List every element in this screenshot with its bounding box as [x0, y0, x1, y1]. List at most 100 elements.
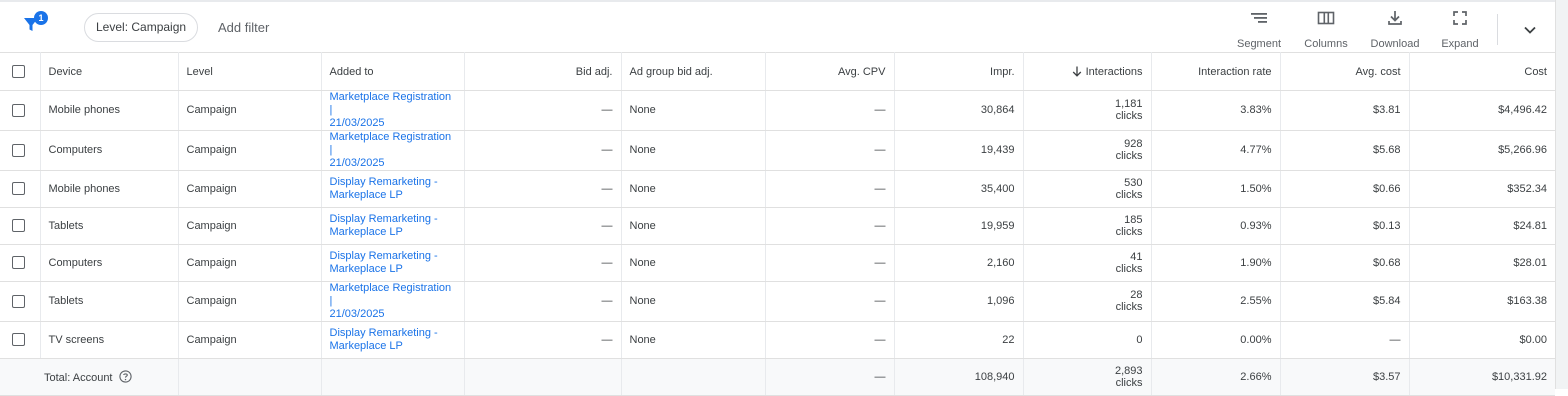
row-checkbox[interactable] [12, 143, 25, 157]
help-icon[interactable] [118, 369, 132, 383]
total-interactions-unit: clicks [1115, 376, 1143, 389]
added-to-link[interactable]: Marketplace Registration | 21/03/2025 [321, 130, 465, 171]
columns-button[interactable]: Columns [1302, 8, 1350, 50]
cost-cell: $0.00 [1409, 321, 1555, 359]
table-header-row: Device Level Added to Bid adj. Ad group … [0, 52, 1555, 91]
added-to-line-1: Display Remarketing - [329, 176, 438, 188]
row-select-cell [0, 130, 41, 171]
expand-button[interactable]: Expand [1438, 8, 1482, 50]
added-to-line-2: Markeplace LP [329, 263, 403, 275]
add-filter-button[interactable]: Add filter [218, 20, 269, 35]
header-avg-cost[interactable]: Avg. cost [1280, 52, 1410, 91]
ad-group-bid-adj-cell: None [621, 90, 766, 131]
table-row[interactable]: Computers Campaign Marketplace Registratio… [0, 130, 1555, 171]
level-cell: Campaign [178, 130, 322, 171]
toolbar-divider [1497, 14, 1498, 45]
added-to-line-1: Display Remarketing - [329, 250, 438, 262]
download-button[interactable]: Download [1367, 8, 1423, 50]
header-interactions[interactable]: Interactions [1023, 52, 1152, 91]
interactions-unit: clicks [1115, 262, 1143, 275]
device-cell: Mobile phones [40, 90, 179, 131]
interactions-value: 530 [1124, 176, 1143, 189]
header-avg-cpv[interactable]: Avg. CPV [765, 52, 895, 91]
row-select-cell [0, 281, 41, 322]
avg-cpv-cell: — [765, 207, 895, 245]
avg-cpv-cell: — [765, 130, 895, 171]
interactions-cell: 28 clicks [1023, 281, 1152, 322]
segment-button[interactable]: Segment [1234, 8, 1284, 50]
row-checkbox[interactable] [12, 333, 25, 347]
bid-adj-cell[interactable]: — [464, 207, 622, 245]
added-to-link[interactable]: Display Remarketing - Markeplace LP [321, 321, 465, 359]
added-to-link[interactable]: Display Remarketing - Markeplace LP [321, 170, 465, 208]
row-checkbox[interactable] [12, 256, 25, 270]
table-row[interactable]: Tablets Campaign Marketplace Registration … [0, 281, 1555, 322]
interactions-value: 928 [1124, 138, 1143, 150]
table-row[interactable]: Mobile phones Campaign Marketplace Registr… [0, 90, 1555, 131]
table-row[interactable]: TV screens Campaign Display Remarketing -M… [0, 321, 1555, 359]
data-table: Device Level Added to Bid adj. Ad group … [0, 52, 1555, 396]
total-label-cell: Total: Account [0, 358, 179, 396]
cost-cell: $163.38 [1409, 281, 1555, 322]
row-checkbox[interactable] [12, 103, 25, 117]
header-impr[interactable]: Impr. [894, 52, 1024, 91]
expand-icon [1453, 11, 1467, 25]
added-to-line-1: Display Remarketing - [329, 327, 438, 339]
header-added-to[interactable]: Added to [321, 52, 465, 91]
total-ad-group-bid-adj [621, 358, 766, 396]
filter-button[interactable]: 1 [20, 10, 48, 38]
avg-cpv-cell: — [765, 281, 895, 322]
interactions-cell: 185 clicks [1023, 207, 1152, 245]
added-to-link[interactable]: Display Remarketing - Markeplace LP [321, 244, 465, 282]
bid-adj-cell[interactable]: — [464, 170, 622, 208]
bid-adj-cell[interactable]: — [464, 281, 622, 322]
impr-cell: 1,096 [894, 281, 1024, 322]
avg-cpv-cell: — [765, 170, 895, 208]
added-to-line-2: 21/03/2025 [329, 308, 385, 320]
header-interaction-rate[interactable]: Interaction rate [1151, 52, 1281, 91]
scrollbar-track[interactable] [1555, 0, 1568, 389]
header-bid-adj[interactable]: Bid adj. [464, 52, 622, 91]
table-row[interactable]: Tablets Campaign Display Remarketing - Mark… [0, 207, 1555, 245]
interactions-cell: 41 clicks [1023, 244, 1152, 282]
header-cost[interactable]: Cost [1409, 52, 1555, 91]
bid-adj-cell[interactable]: — [464, 90, 622, 131]
row-checkbox[interactable] [12, 219, 25, 233]
interactions-value: 28 [1130, 289, 1143, 301]
avg-cost-cell: $5.68 [1280, 130, 1410, 171]
impr-cell: 35,400 [894, 170, 1024, 208]
avg-cost-cell: $5.84 [1280, 281, 1410, 322]
interactions-unit: clicks [1115, 150, 1143, 162]
cost-cell: $28.01 [1409, 244, 1555, 282]
bid-adj-cell[interactable]: — [464, 130, 622, 171]
header-device[interactable]: Device [40, 52, 179, 91]
interaction-rate-cell: 0.93% [1151, 207, 1281, 245]
bid-adj-cell[interactable]: — [464, 321, 622, 359]
header-level[interactable]: Level [178, 52, 322, 91]
ad-group-bid-adj-cell: None [621, 281, 766, 322]
interactions-cell: 928 clicks [1023, 130, 1152, 171]
interactions-value: 185 [1124, 213, 1143, 226]
level-filter-chip[interactable]: Level: Campaign [84, 13, 199, 42]
added-to-link[interactable]: Marketplace Registration | 21/03/2025 [321, 281, 465, 322]
added-to-line-2: 21/03/2025 [329, 157, 385, 169]
added-to-link[interactable]: Marketplace Registration | 21/03/2025 [321, 90, 465, 131]
added-to-line-2: 21/03/2025 [329, 117, 385, 129]
table-row[interactable]: Computers Campaign Display Remarketing - Ma… [0, 244, 1555, 282]
table-row[interactable]: Mobile phones Campaign Display Remarketing… [0, 170, 1555, 208]
select-all-checkbox[interactable] [12, 65, 25, 78]
row-checkbox[interactable] [12, 294, 25, 308]
added-to-line-2: Markeplace LP [329, 226, 403, 238]
columns-label: Columns [1304, 38, 1348, 50]
interactions-value: 0 [1136, 333, 1143, 346]
interactions-unit: clicks [1115, 188, 1143, 201]
level-cell: Campaign [178, 170, 322, 208]
segment-icon [1251, 13, 1267, 23]
total-row: Total: Account — 108,940 2,893 clicks 2.6… [0, 358, 1555, 396]
added-to-link[interactable]: Display Remarketing - Markeplace LP [321, 207, 465, 245]
more-options-button[interactable] [1520, 20, 1540, 40]
row-checkbox[interactable] [12, 182, 25, 196]
bid-adj-cell[interactable]: — [464, 244, 622, 282]
level-cell: Campaign [178, 321, 322, 359]
header-ad-group-bid-adj[interactable]: Ad group bid adj. [621, 52, 766, 91]
